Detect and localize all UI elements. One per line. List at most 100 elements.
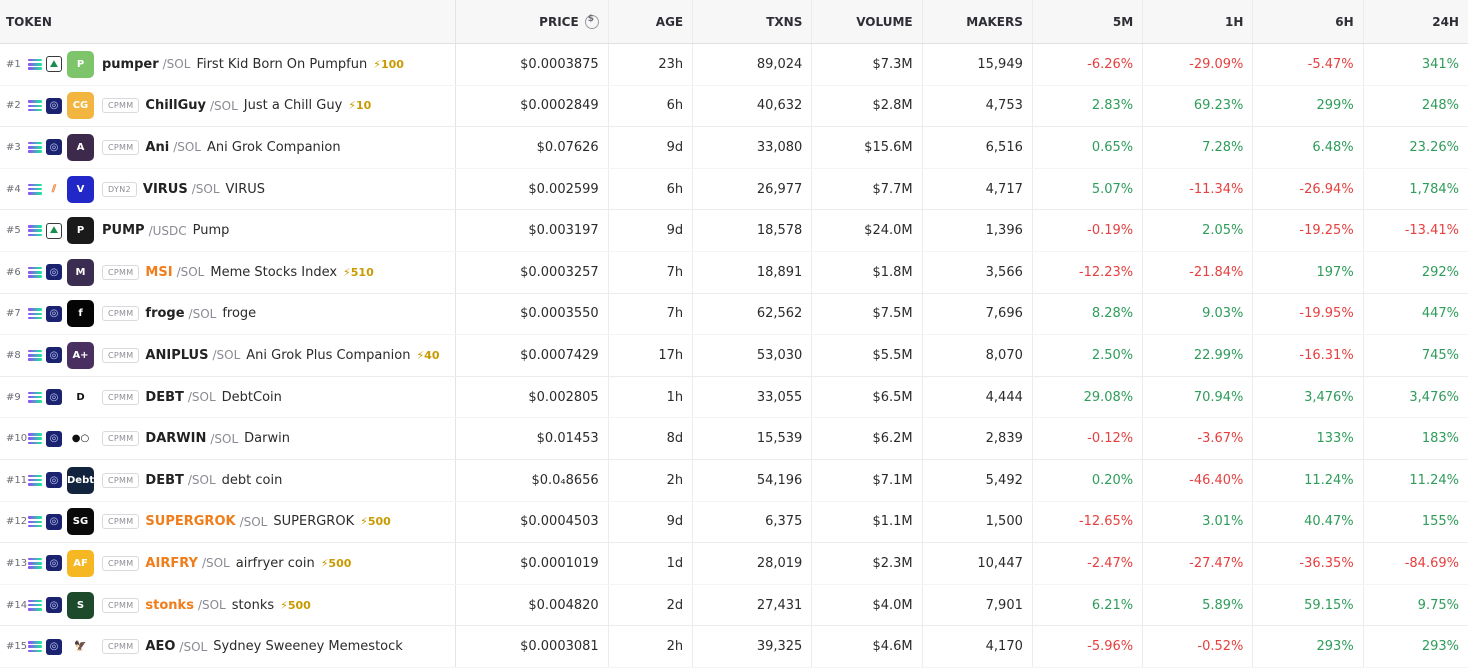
token-cell[interactable]: #5 ⛰ P PUMP/USDC Pump: [0, 210, 456, 251]
col-age[interactable]: AGE: [609, 0, 694, 43]
table-row[interactable]: #9 ◎ D CPMM DEBT/SOL DebtCoin $0.002805 1h 33,05…: [0, 376, 1468, 419]
price-cell: $0.0007429: [456, 335, 609, 376]
token-name: First Kid Born On Pumpfun: [196, 56, 368, 72]
table-row[interactable]: #3 ◎ A CPMM Ani/SOL Ani Grok Companion $0.0762…: [0, 127, 1468, 169]
token-cell[interactable]: #2 ◎ CG CPMM ChillGuy/SOL Just a Chill Guy ⚡10: [0, 85, 456, 127]
token-cell[interactable]: #10 ◎ ●○ CPMM DARWIN/SOL Darwin: [0, 418, 456, 459]
change-h1: -21.84%: [1143, 251, 1254, 293]
age-cell: 9d: [609, 127, 694, 168]
solana-chain-icon: [28, 599, 42, 611]
table-row[interactable]: #11 ◎ Debt CPMM DEBT/SOL debt coin $0.0₄8656 2h…: [0, 459, 1468, 502]
table-row[interactable]: #8 ◎ A+ CPMM ANIPLUS/SOL Ani Grok Plus Compan…: [0, 335, 1468, 377]
change-h24: 293%: [1421, 639, 1459, 655]
token-cell[interactable]: #1 ⛰ Ppumper/SOL First Kid Born On Pumpfun ⚡…: [0, 44, 456, 85]
volume-cell: $2.3M: [812, 543, 923, 584]
age-cell: 6h: [609, 85, 694, 127]
price-cell: $0.07626: [456, 127, 609, 168]
pool-type-badge: CPMM: [102, 264, 140, 280]
token-cell[interactable]: #7 ◎ f CPMM froge/SOL froge: [0, 293, 456, 335]
change-h24: 11.24%: [1409, 472, 1459, 488]
price-cell: $0.0001019: [456, 543, 609, 584]
token-cell[interactable]: #11 ◎ Debt CPMM DEBT/SOL debt coin: [0, 459, 456, 501]
col-txns[interactable]: TXNS: [693, 0, 813, 43]
table-row[interactable]: #14 ◎ S CPMM stonks/SOL stonks ⚡500 $0.004820 2d…: [0, 584, 1468, 627]
token-cell[interactable]: #9 ◎ D CPMM DEBT/SOL DebtCoin: [0, 376, 456, 418]
col-price[interactable]: PRICE: [456, 0, 609, 43]
change-h1: -29.09%: [1143, 44, 1254, 85]
quote-token: /SOL: [162, 57, 191, 72]
token-symbol: pumper: [102, 56, 159, 72]
boost-badge: ⚡500: [320, 556, 352, 570]
col-6h[interactable]: 6H: [1253, 0, 1364, 43]
change-m5: 8.28%: [1033, 293, 1144, 335]
token-cell[interactable]: #15 ◎ 🦅 CPMM AEO/SOL Sydney Sweeney Memestock: [0, 626, 456, 667]
rank-label: #12: [6, 516, 28, 528]
table-row[interactable]: #13 ◎ AF CPMM AIRFRY/SOL airfryer coin ⚡500 $0.…: [0, 543, 1468, 585]
change-h24: 9.75%: [1417, 597, 1459, 613]
token-symbol: AIRFRY: [145, 555, 198, 571]
change-h6: 197%: [1253, 251, 1364, 293]
token-cell[interactable]: #14 ◎ S CPMM stonks/SOL stonks ⚡500: [0, 584, 456, 626]
change-h6: 299%: [1253, 85, 1364, 127]
col-1h[interactable]: 1H: [1143, 0, 1254, 43]
token-cell[interactable]: #3 ◎ A CPMM Ani/SOL Ani Grok Companion: [0, 127, 456, 168]
token-cell[interactable]: #6 ◎ M CPMM MSI/SOL Meme Stocks Index ⚡510: [0, 251, 456, 293]
col-token[interactable]: TOKEN: [0, 0, 456, 43]
change-h1: -0.52%: [1143, 626, 1254, 667]
token-cell[interactable]: #13 ◎ AF CPMM AIRFRY/SOL airfryer coin ⚡500: [0, 543, 456, 584]
token-cell[interactable]: #12 ◎ SG CPMM SUPERGROK/SOL SUPERGROK ⚡500: [0, 501, 456, 543]
col-5m[interactable]: 5M: [1033, 0, 1144, 43]
makers-cell: 3,566: [923, 251, 1033, 293]
raydium-icon: ◎: [46, 555, 62, 572]
volume-cell: $1.8M: [812, 251, 923, 293]
token-avatar: SG: [67, 508, 94, 536]
boost-badge: ⚡40: [416, 348, 440, 362]
change-h24: -13.41%: [1404, 223, 1459, 239]
change-h1: -46.40%: [1143, 459, 1254, 501]
token-cell[interactable]: #8 ◎ A+ CPMM ANIPLUS/SOL Ani Grok Plus Compan…: [0, 335, 456, 376]
table-row[interactable]: #7 ◎ f CPMM froge/SOL froge $0.0003550 7h 62,562…: [0, 293, 1468, 336]
col-24h[interactable]: 24H: [1364, 0, 1468, 43]
currency-toggle-icon[interactable]: [584, 14, 599, 29]
change-h6: 6.48%: [1253, 127, 1364, 168]
change-h6: -26.94%: [1253, 168, 1364, 210]
change-h6: 59.15%: [1253, 584, 1364, 626]
change-h1: 22.99%: [1143, 335, 1254, 376]
table-row[interactable]: #10 ◎ ●○ CPMM DARWIN/SOL Darwin $0.01453 8d 15,5…: [0, 418, 1468, 460]
col-volume[interactable]: VOLUME: [812, 0, 923, 43]
boost-badge: ⚡500: [360, 515, 391, 529]
change-h6: 3,476%: [1253, 376, 1364, 418]
change-h24: 23.26%: [1409, 139, 1459, 155]
token-cell[interactable]: #4 ⫽ V DYN2 VIRUS/SOL VIRUS: [0, 168, 456, 210]
makers-cell: 4,444: [923, 376, 1033, 418]
quote-token: /SOL: [210, 431, 239, 446]
change-h24: 248%: [1421, 98, 1459, 114]
change-m5: 0.65%: [1033, 127, 1144, 168]
table-row[interactable]: #15 ◎ 🦅 CPMM AEO/SOL Sydney Sweeney Memestock…: [0, 626, 1468, 668]
table-row[interactable]: #5 ⛰ P PUMP/USDC Pump $0.003197 9d 18,578 $24.0M…: [0, 210, 1468, 252]
quote-token: /SOL: [191, 182, 220, 197]
raydium-icon: ◎: [46, 389, 62, 406]
volume-cell: $2.8M: [812, 85, 923, 127]
change-m5: 6.21%: [1033, 584, 1144, 626]
token-avatar: AF: [67, 549, 94, 577]
solana-chain-icon: [28, 557, 42, 569]
makers-cell: 4,170: [923, 626, 1033, 667]
change-h24: 1,784%: [1409, 181, 1459, 197]
rank-label: #3: [6, 141, 21, 153]
token-avatar: f: [67, 300, 94, 328]
token-name: froge: [222, 306, 257, 322]
table-row[interactable]: #1 ⛰ Ppumper/SOL First Kid Born On Pumpfun ⚡…: [0, 44, 1468, 86]
table-row[interactable]: #2 ◎ CG CPMM ChillGuy/SOL Just a Chill Guy ⚡10…: [0, 85, 1468, 128]
token-name: Meme Stocks Index: [210, 264, 338, 280]
token-table: TOKEN PRICE AGE TXNS VOLUME MAKERS 5M 1H…: [0, 0, 1468, 668]
table-row[interactable]: #4 ⫽ V DYN2 VIRUS/SOL VIRUS $0.002599 6h 26,977 $…: [0, 168, 1468, 211]
change-h1: -11.34%: [1143, 168, 1254, 210]
price-cell: $0.002599: [456, 168, 609, 210]
pump-pill-icon: ⛰: [46, 56, 62, 73]
col-makers[interactable]: MAKERS: [923, 0, 1033, 43]
table-row[interactable]: #6 ◎ M CPMM MSI/SOL Meme Stocks Index ⚡510 $0.0…: [0, 251, 1468, 294]
age-cell: 1d: [609, 543, 694, 584]
table-row[interactable]: #12 ◎ SG CPMM SUPERGROK/SOL SUPERGROK ⚡500 $0.0…: [0, 501, 1468, 544]
solana-chain-icon: [28, 516, 42, 528]
